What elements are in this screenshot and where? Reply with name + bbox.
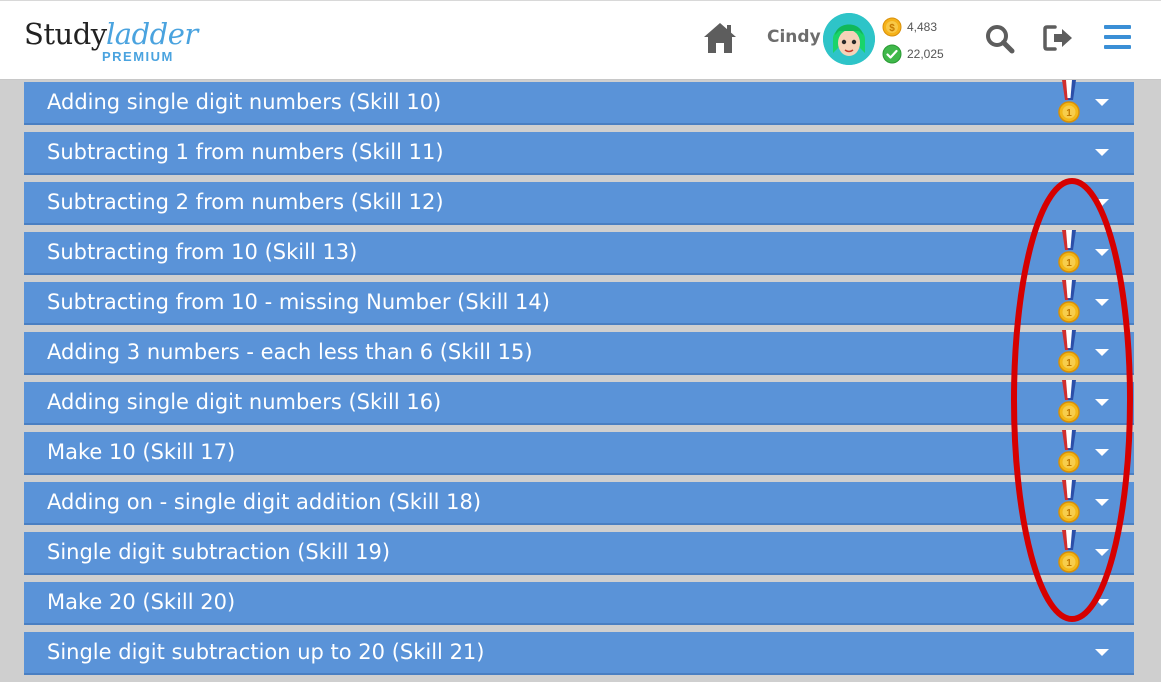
chevron-down-icon[interactable] [1095, 449, 1109, 456]
top-header: Study ladder PREMIUM Cindy $ 4,483 22,02… [0, 0, 1161, 80]
svg-text:1: 1 [1066, 358, 1072, 369]
skill-row[interactable]: Adding on - single digit addition (Skill… [24, 480, 1134, 525]
skill-row[interactable]: Make 10 (Skill 17) 1 [24, 430, 1134, 475]
home-button[interactable] [702, 21, 738, 55]
skill-row[interactable]: Subtracting 2 from numbers (Skill 12) [24, 182, 1134, 225]
skill-row[interactable]: Adding single digit numbers (Skill 16) 1 [24, 380, 1134, 425]
svg-text:1: 1 [1066, 308, 1072, 319]
avatar[interactable] [823, 13, 875, 65]
chevron-down-icon[interactable] [1095, 249, 1109, 256]
home-icon [704, 23, 736, 53]
skill-label: Make 10 (Skill 17) [47, 440, 236, 464]
gold-medal-icon: 1 [1056, 230, 1082, 274]
chevron-down-icon[interactable] [1095, 99, 1109, 106]
skill-row[interactable]: Subtracting from 10 (Skill 13) 1 [24, 230, 1134, 275]
skill-label: Adding single digit numbers (Skill 16) [47, 390, 442, 414]
svg-text:1: 1 [1066, 108, 1072, 119]
skill-label: Subtracting 1 from numbers (Skill 11) [47, 140, 444, 164]
skill-list: Adding single digit numbers (Skill 10) 1… [24, 80, 1134, 682]
check-circle-icon [882, 44, 902, 64]
coin-balance: $ 4,483 [882, 17, 937, 37]
svg-text:1: 1 [1066, 558, 1072, 569]
gold-medal-icon: 1 [1056, 530, 1082, 574]
skill-label: Subtracting from 10 (Skill 13) [47, 240, 358, 264]
skill-label: Make 20 (Skill 20) [47, 590, 236, 614]
skill-label: Adding 3 numbers - each less than 6 (Ski… [47, 340, 533, 364]
skill-label: Adding on - single digit addition (Skill… [47, 490, 482, 514]
hamburger-menu-icon [1104, 25, 1131, 49]
logo-premium-text: PREMIUM [102, 49, 174, 64]
logout-icon [1043, 25, 1072, 51]
skill-row[interactable]: Make 20 (Skill 20) [24, 582, 1134, 625]
logo-ladder-text: ladder [106, 17, 198, 51]
skill-row[interactable]: Adding single digit numbers (Skill 10) 1 [24, 80, 1134, 125]
coin-icon: $ [882, 17, 902, 37]
logout-button[interactable] [1043, 24, 1075, 52]
svg-text:1: 1 [1066, 258, 1072, 269]
gold-medal-icon: 1 [1056, 280, 1082, 324]
coin-count: 4,483 [907, 20, 938, 34]
points-count: 22,025 [907, 47, 944, 61]
search-icon [986, 25, 1015, 54]
chevron-down-icon[interactable] [1095, 149, 1109, 156]
chevron-down-icon[interactable] [1095, 599, 1109, 606]
svg-text:1: 1 [1066, 508, 1072, 519]
skill-label: Subtracting 2 from numbers (Skill 12) [47, 190, 444, 214]
skill-row[interactable]: Subtracting 1 from numbers (Skill 11) [24, 132, 1134, 175]
skill-row[interactable]: Single digit subtraction up to 20 (Skill… [24, 632, 1134, 675]
avatar-face-icon [823, 13, 875, 65]
chevron-down-icon[interactable] [1095, 349, 1109, 356]
svg-text:1: 1 [1066, 408, 1072, 419]
skill-label: Single digit subtraction up to 20 (Skill… [47, 640, 485, 664]
menu-button[interactable] [1104, 25, 1131, 49]
studyladder-logo[interactable]: Study ladder PREMIUM [24, 15, 198, 67]
skill-row[interactable]: Single digit subtraction (Skill 19) 1 [24, 530, 1134, 575]
gold-medal-icon: 1 [1056, 480, 1082, 524]
skill-label: Subtracting from 10 - missing Number (Sk… [47, 290, 550, 314]
skill-label: Single digit subtraction (Skill 19) [47, 540, 391, 564]
chevron-down-icon[interactable] [1095, 649, 1109, 656]
gold-medal-icon: 1 [1056, 330, 1082, 374]
chevron-down-icon[interactable] [1095, 499, 1109, 506]
gold-medal-icon: 1 [1056, 380, 1082, 424]
skill-label: Adding single digit numbers (Skill 10) [47, 90, 442, 114]
gold-medal-icon: 1 [1056, 80, 1082, 124]
skill-row[interactable]: Adding 3 numbers - each less than 6 (Ski… [24, 330, 1134, 375]
points-balance: 22,025 [882, 44, 944, 64]
svg-text:1: 1 [1066, 458, 1072, 469]
chevron-down-icon[interactable] [1095, 399, 1109, 406]
svg-text:$: $ [889, 23, 895, 34]
logo-study-text: Study [24, 17, 107, 51]
skill-row[interactable]: Subtracting from 10 - missing Number (Sk… [24, 280, 1134, 325]
chevron-down-icon[interactable] [1095, 299, 1109, 306]
search-button[interactable] [984, 23, 1016, 55]
gold-medal-icon: 1 [1056, 430, 1082, 474]
chevron-down-icon[interactable] [1095, 549, 1109, 556]
chevron-down-icon[interactable] [1095, 199, 1109, 206]
username[interactable]: Cindy [767, 27, 821, 47]
